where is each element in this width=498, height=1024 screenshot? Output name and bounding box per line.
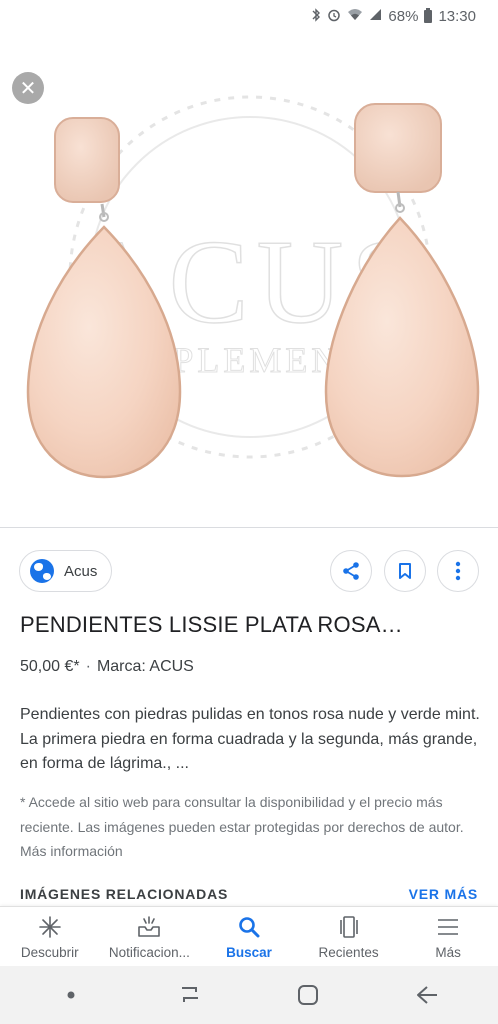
assistant-dot-button[interactable] (41, 975, 101, 1015)
close-button[interactable]: ✕ (12, 72, 44, 104)
clock: 13:30 (438, 7, 476, 25)
signal-icon (369, 8, 382, 24)
disclaimer[interactable]: * Accede al sitio web para consultar la … (20, 790, 480, 864)
price-row: 50,00 €* · Marca: ACUS (20, 658, 194, 676)
see-more-link[interactable]: VER MÁS (409, 886, 478, 902)
nav-label-search: Buscar (226, 945, 272, 960)
product-image: ACUS COMPLEMENTOS (26, 95, 480, 479)
nav-label-discover: Descubrir (20, 945, 79, 960)
wifi-icon (347, 8, 363, 24)
save-button[interactable] (384, 550, 426, 592)
globe-icon (30, 559, 54, 583)
status-bar: 68% 13:30 (0, 0, 498, 32)
alarm-icon (327, 8, 341, 25)
nav-item-more[interactable]: Más (398, 907, 498, 966)
brand: Marca: ACUS (96, 658, 194, 675)
more-options-button[interactable] (437, 550, 479, 592)
search-icon (239, 917, 260, 938)
nav-item-search[interactable]: Buscar (199, 907, 299, 966)
home-icon (298, 985, 319, 1005)
related-images-header: IMÁGENES RELACIONADAS (20, 886, 229, 902)
bookmark-icon (399, 563, 411, 579)
battery-icon (424, 7, 433, 23)
share-icon (343, 562, 359, 580)
back-button[interactable] (397, 975, 457, 1015)
battery-percent: 68% (388, 7, 419, 25)
home-button[interactable] (278, 975, 338, 1015)
bluetooth-icon (311, 7, 321, 25)
share-button[interactable] (330, 550, 372, 592)
recent-apps-icon (181, 987, 198, 1002)
dot-icon (67, 991, 75, 999)
bottom-nav: Descubrir Notificacion... Buscar Recient… (0, 906, 498, 966)
nav-item-notifications[interactable]: Notificacion... (100, 907, 200, 966)
product-title[interactable]: PENDIENTES LISSIE PLATA ROSA… (20, 612, 480, 638)
nav-item-recent[interactable]: Recientes (299, 907, 399, 966)
asterisk-icon (38, 916, 61, 938)
back-icon (416, 986, 437, 1004)
source-label: Acus (64, 562, 98, 580)
more-vert-icon (455, 561, 461, 581)
image-viewer[interactable]: ACUS COMPLEMENTOS ✕ (0, 32, 498, 526)
inbox-icon (138, 916, 161, 937)
recent-cards-icon (339, 916, 358, 938)
recent-apps-button[interactable] (160, 975, 220, 1015)
nav-item-discover[interactable]: Descubrir (0, 907, 100, 966)
separator: · (85, 658, 91, 675)
system-nav-bar (0, 966, 498, 1024)
nav-label-more: Más (435, 945, 461, 960)
nav-label-notifications: Notificacion... (108, 945, 190, 960)
menu-icon (438, 919, 459, 935)
source-chip[interactable]: Acus (19, 550, 113, 592)
divider (0, 527, 498, 528)
price: 50,00 €* (20, 658, 80, 675)
nav-label-recent: Recientes (318, 945, 379, 960)
product-description: Pendientes con piedras pulidas en tonos … (20, 706, 480, 772)
close-icon: ✕ (19, 77, 37, 100)
